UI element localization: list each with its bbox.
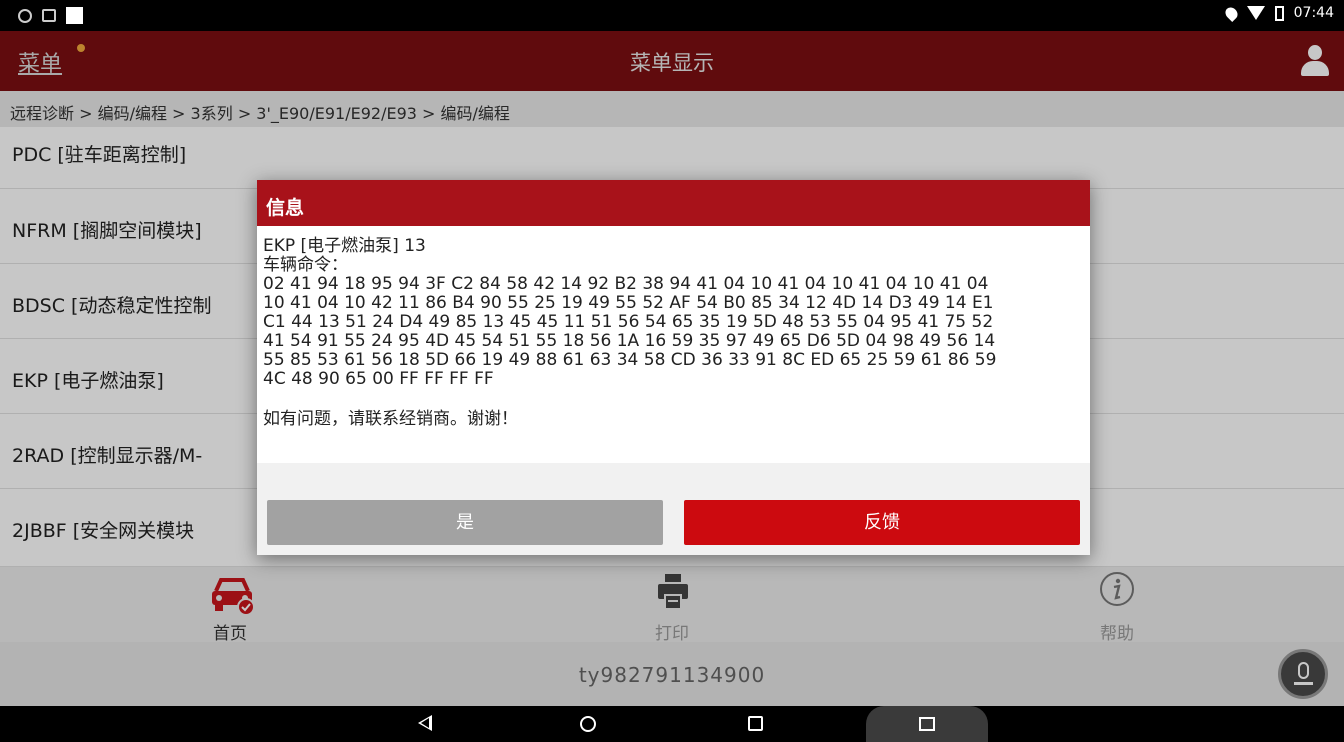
status-bar: 07:44 xyxy=(0,0,1344,31)
battery-icon xyxy=(1274,5,1284,21)
hex-line: C1 44 13 51 24 D4 49 85 13 45 45 11 51 5… xyxy=(263,312,994,332)
home-circle-icon[interactable] xyxy=(580,716,596,732)
status-icons-left xyxy=(18,7,83,24)
recent-apps-icon[interactable] xyxy=(748,716,763,731)
dialog-contact-text: 如有问题，请联系经销商。谢谢！ xyxy=(263,409,518,429)
dialog-command-label: 车辆命令： xyxy=(263,255,348,275)
status-time: 07:44 xyxy=(1293,5,1334,21)
back-icon[interactable] xyxy=(418,715,432,731)
status-icons-right: 07:44 xyxy=(1222,4,1334,22)
hex-line: 02 41 94 18 95 94 3F C2 84 58 42 14 92 B… xyxy=(263,274,989,294)
screenshot-button[interactable] xyxy=(866,706,988,742)
location-icon xyxy=(1222,4,1240,22)
yes-button[interactable]: 是 xyxy=(267,500,663,545)
sync-icon xyxy=(18,8,32,23)
hex-line: 41 54 91 55 24 95 4D 45 54 51 55 18 56 1… xyxy=(263,331,996,351)
dialog-hex-data: 02 41 94 18 95 94 3F C2 84 58 42 14 92 B… xyxy=(263,275,1084,389)
feedback-button[interactable]: 反馈 xyxy=(684,500,1080,545)
wifi-icon xyxy=(1246,6,1265,20)
notification-square-icon xyxy=(66,7,83,24)
screenshot-icon xyxy=(919,717,935,731)
dialog-module-line: EKP [电子燃油泵] 13 xyxy=(263,236,426,256)
hex-line: 10 41 04 10 42 11 86 B4 90 55 25 19 49 5… xyxy=(263,293,994,313)
image-notification-icon xyxy=(42,9,56,22)
dialog-message: EKP [电子燃油泵] 13 车辆命令： 02 41 94 18 95 94 3… xyxy=(257,226,1090,463)
hex-line: 4C 48 90 65 00 FF FF FF FF xyxy=(263,369,494,389)
system-navigation-bar xyxy=(0,706,1344,742)
dialog-title: 信息 xyxy=(257,180,1090,226)
info-dialog: 信息 EKP [电子燃油泵] 13 车辆命令： 02 41 94 18 95 9… xyxy=(257,180,1090,555)
hex-line: 55 85 53 61 56 18 5D 66 19 49 88 61 63 3… xyxy=(263,350,997,370)
